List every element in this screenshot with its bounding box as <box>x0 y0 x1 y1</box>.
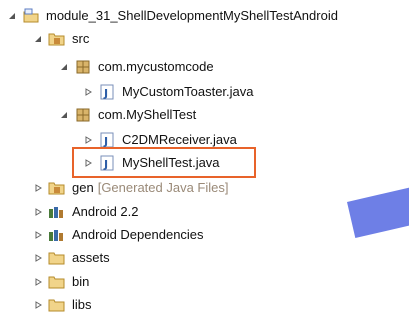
tree-item-label: Android Dependencies <box>72 226 204 242</box>
library-icon <box>48 227 66 243</box>
java-file-icon: J <box>98 155 116 171</box>
collapsed-arrow-icon[interactable] <box>82 157 94 169</box>
tree-item-android-dependencies[interactable]: Android Dependencies <box>32 223 204 246</box>
tree-item-label: gen <box>72 179 94 195</box>
expanded-arrow-icon[interactable] <box>58 109 70 121</box>
annotation-arrow-shape <box>347 184 409 239</box>
collapsed-arrow-icon[interactable] <box>82 86 94 98</box>
java-file-icon: J <box>98 132 116 148</box>
collapsed-arrow-icon[interactable] <box>82 134 94 146</box>
collapsed-arrow-icon[interactable] <box>32 206 44 218</box>
expanded-arrow-icon[interactable] <box>58 61 70 73</box>
folder-icon <box>48 297 66 313</box>
package-icon <box>74 59 92 75</box>
java-file-icon: J <box>98 84 116 100</box>
collapsed-arrow-icon[interactable] <box>32 182 44 194</box>
tree-item-gen[interactable]: gen [Generated Java Files] <box>32 176 229 199</box>
collapsed-arrow-icon[interactable] <box>32 276 44 288</box>
folder-icon <box>48 274 66 290</box>
tree-item-src[interactable]: src <box>32 27 89 50</box>
tree-item-label: src <box>72 30 90 46</box>
tree-item-label: com.MyShellTest <box>98 106 197 122</box>
svg-text:J: J <box>103 87 108 100</box>
tree-item-label: libs <box>72 296 92 312</box>
tree-item-libs[interactable]: libs <box>32 293 92 316</box>
tree-item-label: com.mycustomcode <box>98 58 214 74</box>
android-project-icon <box>22 8 40 24</box>
collapsed-arrow-icon[interactable] <box>32 252 44 264</box>
tree-item-label: MyShellTest.java <box>122 154 220 170</box>
folder-icon <box>48 250 66 266</box>
generated-folder-icon <box>48 180 66 196</box>
collapsed-arrow-icon[interactable] <box>32 229 44 241</box>
tree-item-package-myshelltest[interactable]: com.MyShellTest <box>58 103 196 126</box>
tree-item-decoration: [Generated Java Files] <box>97 179 229 195</box>
tree-item-file-myshelltest[interactable]: J MyShellTest.java <box>82 151 220 174</box>
source-folder-icon <box>48 31 66 47</box>
tree-item-file-c2dmreceiver[interactable]: J C2DMReceiver.java <box>82 128 237 151</box>
tree-item-file-mycustomtoaster[interactable]: J MyCustomToaster.java <box>82 80 254 103</box>
svg-text:J: J <box>103 135 108 148</box>
package-icon <box>74 107 92 123</box>
tree-item-bin[interactable]: bin <box>32 270 89 293</box>
tree-item-label: Android 2.2 <box>72 203 139 219</box>
library-icon <box>48 204 66 220</box>
tree-item-label: C2DMReceiver.java <box>122 131 237 147</box>
tree-item-label: bin <box>72 273 90 289</box>
expanded-arrow-icon[interactable] <box>32 33 44 45</box>
tree-item-assets[interactable]: assets <box>32 246 110 269</box>
tree-item-label: MyCustomToaster.java <box>122 83 254 99</box>
expanded-arrow-icon[interactable] <box>6 10 18 22</box>
tree-item-project[interactable]: module_31_ShellDevelopmentMyShellTestAnd… <box>6 4 338 27</box>
tree-item-label: assets <box>72 249 110 265</box>
svg-text:J: J <box>103 158 108 171</box>
tree-item-package-mycustomcode[interactable]: com.mycustomcode <box>58 55 214 78</box>
tree-item-android-library[interactable]: Android 2.2 <box>32 200 139 223</box>
collapsed-arrow-icon[interactable] <box>32 299 44 311</box>
tree-item-label: module_31_ShellDevelopmentMyShellTestAnd… <box>46 7 338 23</box>
